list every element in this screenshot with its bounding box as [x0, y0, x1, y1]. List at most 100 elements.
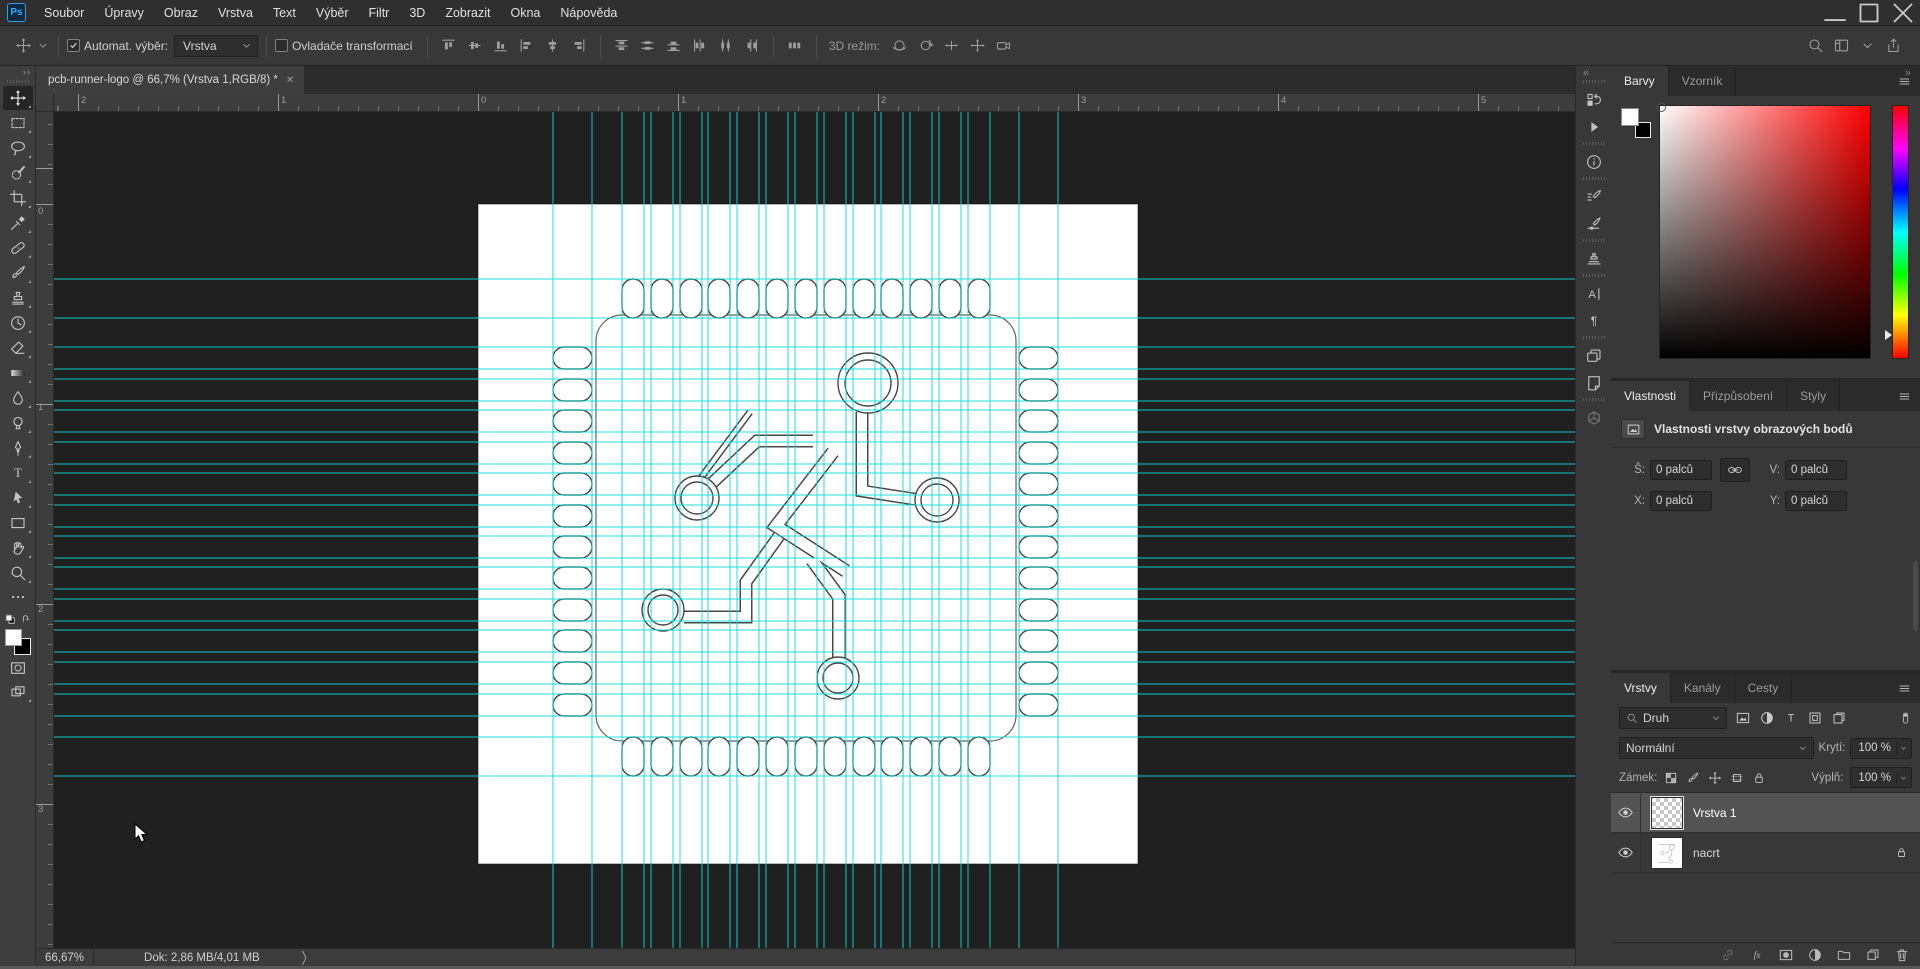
menu-filtr[interactable]: Filtr — [359, 0, 400, 26]
filter-pixel-button[interactable] — [1732, 708, 1753, 729]
ruler-corner[interactable] — [36, 94, 54, 112]
colors-tab-barvy[interactable]: Barvy — [1611, 66, 1669, 96]
rail-brush-settings-button[interactable] — [1579, 183, 1609, 210]
menu-vrstva[interactable]: Vrstva — [208, 0, 263, 26]
layer-thumbnail[interactable] — [1651, 837, 1683, 869]
filter-adjust-button[interactable] — [1756, 708, 1777, 729]
visibility-toggle[interactable] — [1611, 833, 1641, 872]
zoom-level-field[interactable]: 66,67% — [36, 949, 94, 966]
layer-name[interactable]: Vrstva 1 — [1693, 806, 1737, 820]
link-button[interactable] — [1720, 947, 1736, 963]
color-field-marker[interactable] — [1657, 103, 1666, 112]
new-layer-button[interactable] — [1865, 947, 1881, 963]
menu-okna[interactable]: Okna — [500, 0, 550, 26]
tool-marquee[interactable] — [3, 111, 33, 135]
rail-clone-source-button[interactable] — [1579, 245, 1609, 272]
tool-type[interactable]: T — [3, 461, 33, 485]
trash-button[interactable] — [1894, 947, 1910, 963]
dist-left-button[interactable] — [687, 33, 713, 59]
tool-blur[interactable] — [3, 386, 33, 410]
lock-all-button[interactable] — [1752, 771, 1766, 785]
width-field[interactable] — [1650, 460, 1712, 480]
tool-brush[interactable] — [3, 261, 33, 285]
lock-artboard-button[interactable] — [1730, 771, 1744, 785]
tool-gradient[interactable] — [3, 361, 33, 385]
panel-color-wells[interactable] — [1621, 108, 1651, 138]
lock-position-button[interactable] — [1708, 771, 1722, 785]
align-center-h-button[interactable] — [540, 33, 566, 59]
minimize-button[interactable] — [1818, 0, 1852, 26]
tool-dodge[interactable] — [3, 411, 33, 435]
layers-tab-cesty[interactable]: Cesty — [1735, 673, 1793, 703]
filter-type-button[interactable]: T — [1780, 708, 1801, 729]
3d-camera-button[interactable] — [990, 33, 1016, 59]
fill-dropdown[interactable]: 100 % — [1850, 767, 1912, 788]
height-field[interactable] — [1785, 460, 1847, 480]
rail-libraries-button[interactable] — [1579, 404, 1609, 431]
menu-text[interactable]: Text — [263, 0, 306, 26]
ruler-left[interactable]: 0123 — [36, 112, 54, 948]
dist-right-button[interactable] — [739, 33, 765, 59]
folder-button[interactable] — [1836, 947, 1852, 963]
tool-hand[interactable] — [3, 536, 33, 560]
align-right-button[interactable] — [566, 33, 592, 59]
rail-actions-button[interactable] — [1579, 113, 1609, 140]
share-button[interactable] — [1880, 33, 1906, 59]
properties-tab-styly[interactable]: Styly — [1787, 381, 1840, 411]
lock-transparent-button[interactable] — [1664, 771, 1678, 785]
filter-shape-button[interactable] — [1804, 708, 1825, 729]
layer-thumbnail[interactable] — [1651, 797, 1683, 829]
lock-pixels-button[interactable] — [1686, 771, 1700, 785]
screen-mode-button[interactable] — [3, 680, 33, 704]
color-wells[interactable] — [4, 628, 32, 656]
menu-zobrazit[interactable]: Zobrazit — [435, 0, 500, 26]
tool-quick-select[interactable] — [3, 161, 33, 185]
panel-menu-icon[interactable] — [1897, 673, 1920, 703]
fx-button[interactable]: fx — [1749, 947, 1765, 963]
align-bottom-button[interactable] — [488, 33, 514, 59]
hue-slider-marker[interactable] — [1885, 330, 1892, 340]
rail-character-button[interactable]: A — [1579, 280, 1609, 307]
canvas[interactable] — [54, 112, 1575, 948]
tool-crop[interactable] — [3, 186, 33, 210]
y-field[interactable] — [1785, 491, 1847, 511]
tool-history-brush[interactable] — [3, 311, 33, 335]
menu-upravy[interactable]: Úpravy — [94, 0, 154, 26]
maximize-button[interactable] — [1852, 0, 1886, 26]
tool-pen[interactable] — [3, 436, 33, 460]
tool-preset-chevron-icon[interactable] — [36, 33, 50, 59]
tool-eyedropper[interactable] — [3, 211, 33, 235]
rail-notes-button[interactable] — [1579, 369, 1609, 396]
tool-eraser[interactable] — [3, 336, 33, 360]
menu-3d[interactable]: 3D — [399, 0, 435, 26]
scrollbar[interactable] — [1913, 561, 1918, 631]
panel-menu-icon[interactable] — [1897, 381, 1920, 411]
mask-button[interactable] — [1778, 947, 1794, 963]
canvas-viewport[interactable] — [54, 112, 1575, 948]
layer-filter-dropdown[interactable]: Druh — [1619, 707, 1727, 729]
layer-name[interactable]: nacrt — [1693, 846, 1720, 860]
align-middle-v-button[interactable] — [462, 33, 488, 59]
3d-roll-button[interactable] — [912, 33, 938, 59]
tool-move[interactable] — [3, 86, 33, 110]
document-tab[interactable]: pcb-runner-logo @ 66,7% (Vrstva 1,RGB/8)… — [36, 66, 304, 94]
adjust-button[interactable] — [1807, 947, 1823, 963]
toolbar-expand-icon[interactable]: ›› — [23, 66, 35, 78]
foreground-color-well[interactable] — [5, 629, 22, 646]
dist-top-button[interactable] — [609, 33, 635, 59]
3d-slide-button[interactable] — [964, 33, 990, 59]
x-field[interactable] — [1650, 491, 1712, 511]
layers-tab-kanaly[interactable]: Kanály — [1671, 673, 1735, 703]
collapse-panels-icon[interactable] — [1902, 68, 1914, 78]
align-top-button[interactable] — [436, 33, 462, 59]
rail-history-button[interactable] — [1579, 86, 1609, 113]
tool-path-select[interactable] — [3, 486, 33, 510]
panel-foreground-well[interactable] — [1621, 108, 1639, 126]
tool-healing[interactable] — [3, 236, 33, 260]
auto-select-dropdown[interactable]: Vrstva — [174, 35, 258, 57]
properties-tab-vlastnosti[interactable]: Vlastnosti — [1611, 381, 1690, 411]
visibility-toggle[interactable] — [1611, 793, 1641, 832]
tool-zoom[interactable] — [3, 561, 33, 585]
auto-select-checkbox[interactable] — [67, 39, 80, 52]
layer-row-vrstva-1[interactable]: Vrstva 1 — [1611, 793, 1920, 833]
